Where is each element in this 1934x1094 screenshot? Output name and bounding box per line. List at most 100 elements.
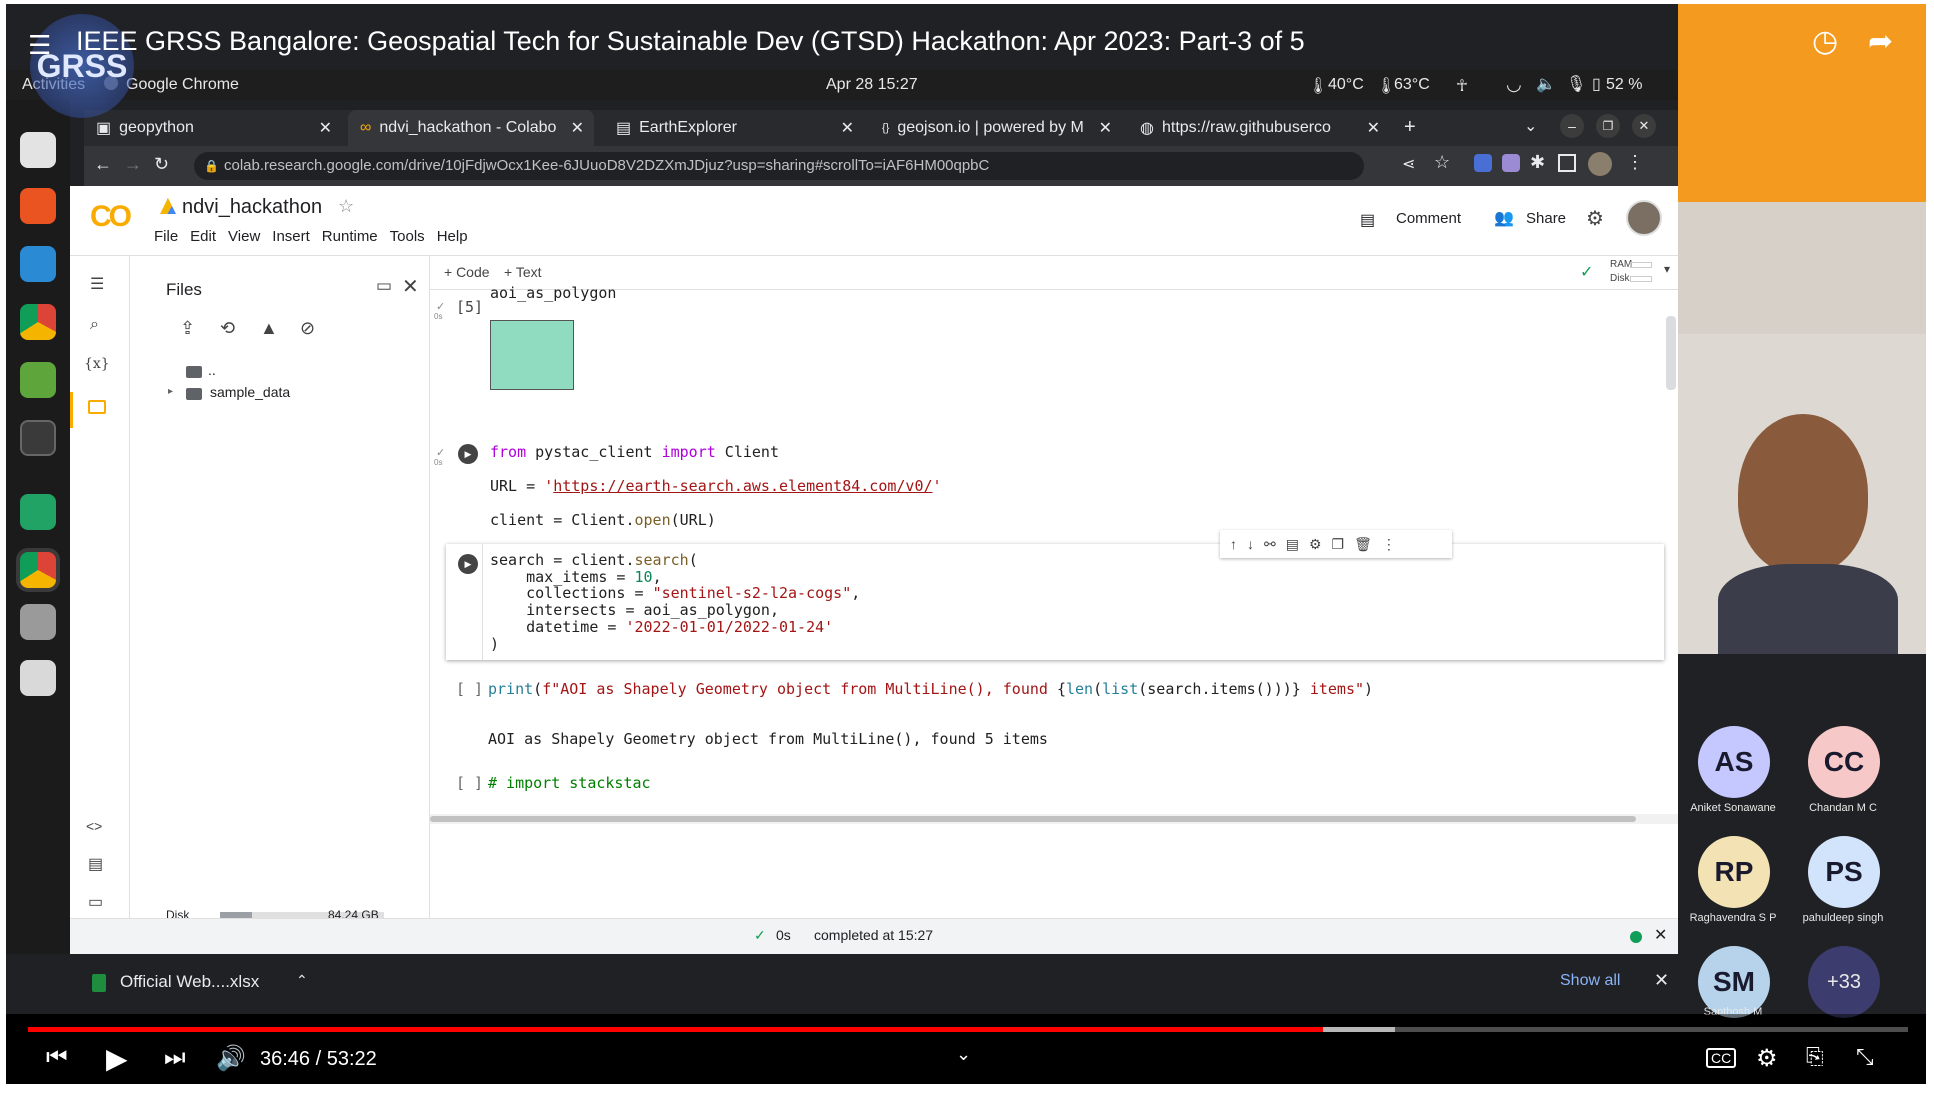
menu-edit[interactable]: Edit	[190, 228, 216, 245]
avatar[interactable]: AS	[1698, 726, 1770, 798]
forward-icon[interactable]: →	[124, 154, 142, 175]
avatar[interactable]: CC	[1808, 726, 1880, 798]
run-cell-button[interactable]: ▶	[458, 444, 478, 464]
reload-icon[interactable]: ↻	[154, 154, 169, 175]
avatar[interactable]: PS	[1808, 836, 1880, 908]
minimize-button[interactable]: –	[1560, 114, 1584, 138]
move-up-icon[interactable]: ↑	[1230, 536, 1237, 552]
previous-icon[interactable]: ⏮	[46, 1044, 68, 1072]
close-window-button[interactable]: ✕	[1632, 114, 1656, 138]
code-editor[interactable]: from pystac_client import Client URL = '…	[490, 444, 942, 529]
watch-later-icon[interactable]: ◷	[1812, 24, 1838, 59]
close-icon[interactable]: ✕	[1367, 118, 1380, 138]
avatar[interactable]: RP	[1698, 836, 1770, 908]
share-button[interactable]: Share	[1526, 210, 1566, 227]
star-icon[interactable]: ☆	[338, 196, 354, 217]
spreadsheet-icon[interactable]	[20, 494, 56, 530]
close-icon[interactable]: ✕	[319, 118, 332, 138]
video-title[interactable]: IEEE GRSS Bangalore: Geospatial Tech for…	[76, 26, 1305, 57]
show-all-button[interactable]: Show all	[1560, 972, 1620, 990]
share-page-icon[interactable]: ⋖	[1402, 154, 1415, 174]
download-item[interactable]: Official Web....xlsx	[120, 972, 259, 992]
cell-client-open[interactable]: ✓ 0s ▶ from pystac_client import Client …	[430, 434, 1678, 530]
software-center-icon[interactable]	[20, 188, 56, 224]
next-icon[interactable]: ⏭	[164, 1044, 186, 1072]
clock[interactable]: Apr 28 15:27	[826, 76, 918, 94]
notebook-name[interactable]: ndvi_hackathon	[182, 196, 322, 219]
mount-drive-icon[interactable]: ▲	[260, 318, 278, 339]
share-arrow-icon[interactable]: ➦	[1868, 24, 1893, 59]
upload-icon[interactable]: ⇪	[180, 318, 195, 339]
delete-icon[interactable]: 🗑	[1354, 536, 1372, 553]
chevron-up-icon[interactable]: ⌃	[296, 972, 308, 989]
maximize-button[interactable]: ❐	[1596, 114, 1620, 138]
refresh-folder-icon[interactable]: ⟲	[220, 318, 235, 339]
mirror-cell-icon[interactable]: ❐	[1332, 536, 1345, 553]
cell-import[interactable]: [ ] # import stackstac	[430, 770, 1678, 800]
comment-button[interactable]: Comment	[1396, 210, 1461, 227]
menu-file[interactable]: File	[154, 228, 178, 245]
variables-icon[interactable]: {x}	[84, 356, 110, 372]
cast-icon[interactable]: ⎘	[1806, 1044, 1824, 1070]
more-participants-count[interactable]: +33	[1808, 946, 1880, 1018]
tab-colab[interactable]: ∞ ndvi_hackathon - Colabo ✕	[348, 110, 594, 146]
mic-icon[interactable]: 🎙	[1566, 74, 1586, 94]
menu-insert[interactable]: Insert	[272, 228, 310, 245]
captions-icon[interactable]: CC	[1706, 1048, 1737, 1068]
colab-logo[interactable]: CO	[90, 200, 132, 234]
play-icon[interactable]: ▶	[106, 1042, 128, 1075]
expand-icon[interactable]: ▸	[168, 386, 173, 397]
resources-dropdown-icon[interactable]: ▾	[1664, 262, 1670, 276]
menu-help[interactable]: Help	[437, 228, 468, 245]
add-code-button[interactable]: + Code	[444, 264, 490, 280]
tab-geojson[interactable]: {} geojson.io | powered by M ✕	[870, 110, 1122, 146]
cell-5[interactable]: ✓ 0s [5] aoi_as_polygon	[430, 284, 1678, 400]
drive-icon[interactable]	[20, 604, 56, 640]
extension-icon[interactable]	[1474, 154, 1492, 172]
drive-icon[interactable]	[160, 198, 176, 214]
close-icon[interactable]: ✕	[1654, 925, 1667, 945]
code-editor[interactable]: # import stackstac	[488, 774, 651, 792]
settings-gear-icon[interactable]: ⚙	[1309, 536, 1322, 553]
settings-gear-icon[interactable]: ⚙	[1756, 1044, 1778, 1073]
link-icon[interactable]: ⚯	[1264, 536, 1276, 553]
volume-icon[interactable]: 🔊	[216, 1044, 246, 1073]
close-icon[interactable]: ✕	[841, 118, 854, 138]
video-player[interactable]: Activities Google Chrome Apr 28 15:27 🌡 …	[6, 4, 1926, 1084]
wifi-icon[interactable]: ◡	[1506, 74, 1522, 95]
command-palette-icon[interactable]: ▤	[88, 854, 103, 874]
chevron-down-icon[interactable]: ⌄	[956, 1044, 971, 1065]
run-cell-button[interactable]: ▶	[458, 554, 478, 574]
accessibility-icon[interactable]: ☥	[1456, 76, 1468, 96]
menu-runtime[interactable]: Runtime	[322, 228, 378, 245]
terminal-icon[interactable]: ▭	[88, 892, 103, 912]
volume-icon[interactable]: 🔈	[1536, 74, 1556, 94]
qgis-icon[interactable]	[20, 362, 56, 398]
puzzle-icon[interactable]: ✱	[1530, 152, 1545, 173]
tab-earthexplorer[interactable]: ▤ EarthExplorer ✕	[604, 110, 864, 146]
chrome-active-icon[interactable]	[20, 552, 56, 588]
side-panel-icon[interactable]	[1558, 154, 1576, 172]
close-icon[interactable]: ✕	[571, 118, 584, 138]
files-app-icon[interactable]	[20, 132, 56, 168]
code-snippets-icon[interactable]: <>	[86, 818, 102, 834]
extension-icon[interactable]	[1502, 154, 1520, 172]
toc-icon[interactable]: ☰	[90, 274, 104, 294]
bookmark-star-icon[interactable]: ☆	[1434, 152, 1450, 173]
tab-search-icon[interactable]: ⌄	[1524, 116, 1537, 136]
code-editor[interactable]: print(f"AOI as Shapely Geometry object f…	[488, 680, 1373, 698]
scrollbar-thumb[interactable]	[1666, 316, 1676, 390]
menu-view[interactable]: View	[228, 228, 260, 245]
cell-print[interactable]: [ ] print(f"AOI as Shapely Geometry obje…	[430, 676, 1678, 766]
tab-raw-github[interactable]: ◍ https://raw.githubuserco ✕	[1128, 110, 1390, 146]
folder-sample-data[interactable]: sample_data	[210, 384, 290, 400]
vscode-icon[interactable]	[20, 246, 56, 282]
settings-gear-icon[interactable]: ⚙	[1586, 206, 1604, 231]
search-icon[interactable]: ⌕	[90, 316, 99, 334]
app-menu[interactable]: Google Chrome	[126, 76, 239, 94]
horizontal-scrollbar[interactable]	[430, 814, 1678, 824]
hide-files-icon[interactable]: ⊘	[300, 318, 315, 339]
comment-icon[interactable]: ▤	[1286, 536, 1299, 553]
close-icon[interactable]: ✕	[1654, 970, 1669, 991]
back-icon[interactable]: ←	[94, 154, 112, 175]
